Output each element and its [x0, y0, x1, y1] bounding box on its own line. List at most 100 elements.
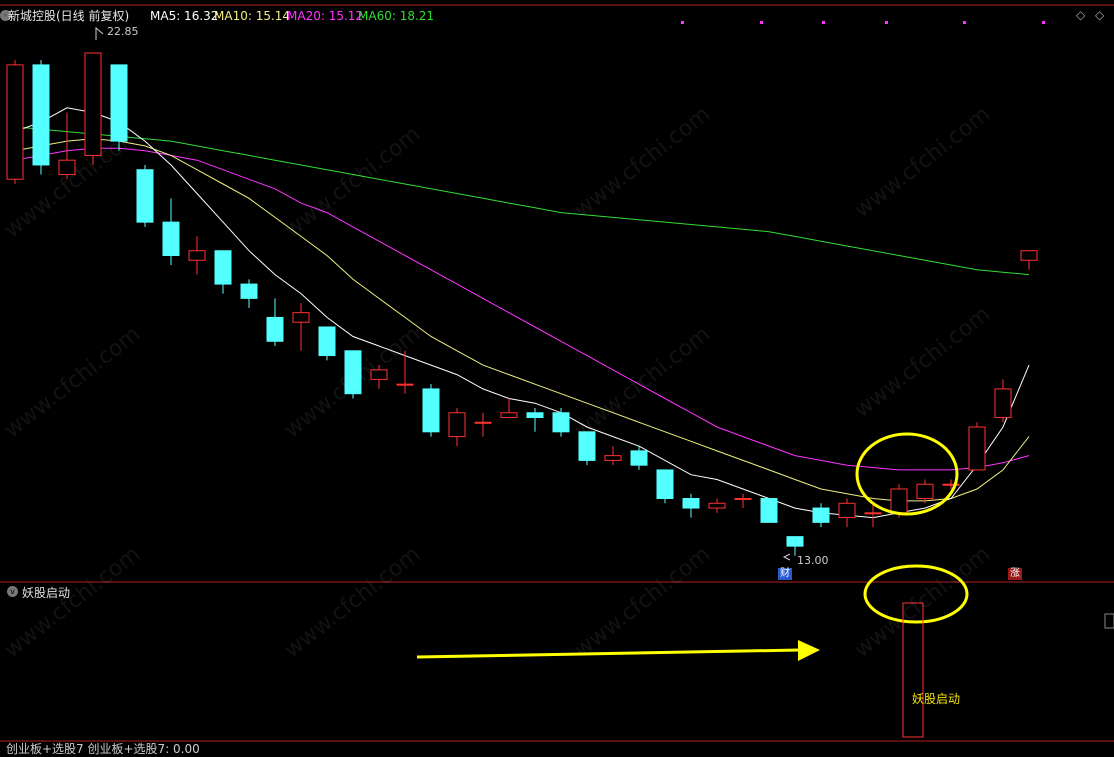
candle — [656, 469, 674, 504]
candles-group — [6, 52, 1038, 556]
settings-diamond-icon[interactable]: ◇ — [1076, 8, 1085, 22]
stock-title: 新城控股(日线 前复权) — [8, 9, 130, 23]
candle-body — [32, 64, 50, 166]
candle-body — [838, 502, 856, 519]
ma10-readout: MA10: 15.14 — [214, 9, 291, 23]
candle-body — [656, 469, 674, 500]
candle-body — [58, 159, 76, 175]
candle — [578, 431, 596, 466]
candle — [448, 407, 466, 447]
candle — [812, 503, 830, 528]
candle — [58, 112, 76, 180]
candle-body — [968, 426, 986, 471]
candlestick-chart[interactable] — [0, 0, 1114, 749]
candle — [292, 303, 310, 351]
candle — [786, 536, 804, 556]
candle — [916, 479, 934, 504]
candle-body — [448, 412, 466, 438]
candle — [604, 446, 622, 466]
candle-body — [708, 502, 726, 509]
candle — [474, 412, 492, 437]
candle — [760, 498, 778, 523]
candle — [162, 198, 180, 266]
signal-arrow-head — [798, 640, 820, 661]
candle — [552, 407, 570, 437]
candle-body — [422, 388, 440, 433]
low-price-label: 13.00 — [797, 554, 829, 567]
candle — [32, 60, 50, 175]
candle — [84, 52, 102, 165]
indicator-toggle-icon[interactable]: v — [7, 586, 18, 597]
high-price-label: 22.85 — [107, 25, 139, 38]
candle — [6, 60, 24, 185]
indicator-panel-title: 妖股启动 — [22, 586, 71, 600]
zhang-marker[interactable]: 涨 — [1008, 568, 1022, 580]
moving-average-lines — [14, 107, 1030, 519]
cai-marker[interactable]: 财 — [778, 568, 792, 580]
ma60-readout: MA60: 18.21 — [358, 9, 435, 23]
candle-body — [370, 369, 388, 380]
event-dot — [885, 21, 888, 24]
candle-body — [84, 52, 102, 156]
candle-body — [578, 431, 596, 461]
event-dot — [963, 21, 966, 24]
event-dot — [1042, 21, 1045, 24]
ma20-readout: MA20: 15.12 — [287, 9, 364, 23]
signal-circle — [863, 564, 969, 624]
candle-body — [474, 421, 492, 424]
candle — [240, 279, 258, 308]
candle — [318, 326, 336, 361]
candle-body — [786, 536, 804, 547]
candle-body — [864, 512, 882, 515]
candle-body — [162, 221, 180, 256]
candle — [838, 498, 856, 528]
ma5-line — [14, 107, 1030, 519]
candle-body — [760, 498, 778, 523]
candle — [708, 498, 726, 513]
zoom-diamond-icon[interactable]: ◇ — [1095, 8, 1104, 22]
candle-body — [994, 388, 1012, 419]
annotations-group — [95, 21, 1114, 738]
event-dot — [822, 21, 825, 24]
candle — [500, 398, 518, 419]
candle — [266, 298, 284, 347]
candle — [994, 379, 1012, 423]
candle-body — [812, 507, 830, 523]
candle-body — [6, 64, 24, 180]
candle-body — [396, 383, 414, 386]
event-dot — [760, 21, 763, 24]
candle-body — [110, 64, 128, 142]
candle — [110, 64, 128, 151]
ma20-line — [14, 147, 1030, 471]
candle-body — [1020, 250, 1038, 261]
candle — [136, 164, 154, 227]
candle-body — [214, 250, 232, 285]
high-pointer — [95, 26, 104, 40]
candle — [682, 493, 700, 518]
candle-body — [526, 412, 544, 419]
candle-body — [500, 412, 518, 419]
candle — [188, 236, 206, 275]
candle-body — [890, 488, 908, 514]
scroll-marker — [1104, 613, 1114, 629]
candle-body — [630, 450, 648, 466]
ma5-readout: MA5: 16.32 — [150, 9, 219, 23]
low-pointer — [782, 553, 791, 561]
candle — [370, 365, 388, 389]
candle-body — [136, 169, 154, 223]
signal-bar-label: 妖股启动 — [912, 692, 961, 706]
candle — [422, 384, 440, 437]
candle-body — [240, 283, 258, 299]
event-dot — [681, 21, 684, 24]
candle — [344, 350, 362, 399]
candle — [734, 493, 752, 509]
candle-body — [682, 498, 700, 509]
candle — [968, 422, 986, 471]
candle-body — [916, 483, 934, 500]
candle-body — [734, 498, 752, 501]
stock-chart-window[interactable]: ◦ 新城控股(日线 前复权) MA5: 16.32 MA10: 15.14 MA… — [0, 0, 1114, 756]
candle-body — [266, 316, 284, 342]
candle — [1020, 250, 1038, 270]
candle-body — [318, 326, 336, 357]
candle-body — [604, 455, 622, 461]
